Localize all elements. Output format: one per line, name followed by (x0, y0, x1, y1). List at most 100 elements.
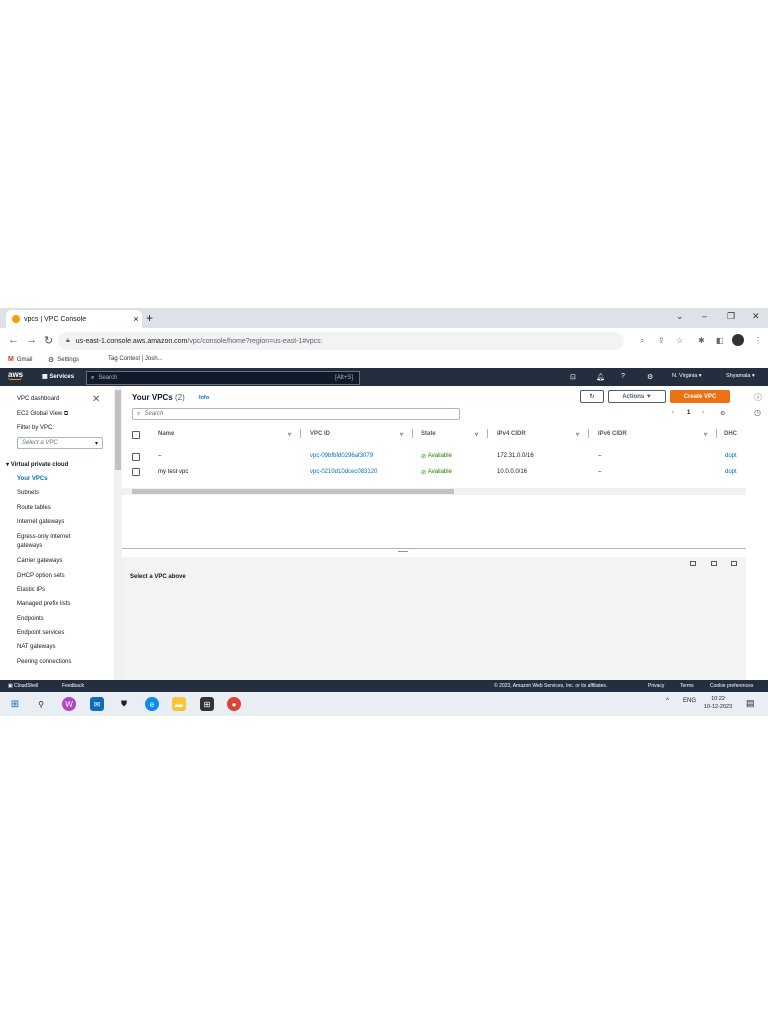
create-vpc-button[interactable]: Create VPC (670, 390, 730, 403)
services-menu[interactable]: ▦ Services (42, 373, 74, 380)
column-header-ipv4-cidr[interactable]: IPv4 CIDR (497, 428, 526, 440)
sidebar-item-ec2-global-view[interactable]: EC2 Global View ⧉ (17, 411, 68, 418)
sidebar-item-vpc-dashboard[interactable]: VPC dashboard (17, 396, 59, 402)
refresh-button[interactable]: ↻ (580, 390, 604, 403)
column-header-vpc-id[interactable]: VPC ID (310, 428, 330, 440)
maximize-icon[interactable]: ❐ (727, 311, 735, 322)
layout-bottom-icon[interactable] (690, 561, 696, 566)
shield-icon[interactable]: ⛊ (117, 697, 131, 711)
more-menu-icon[interactable]: ⋮ (754, 336, 762, 345)
column-header-state[interactable]: State (421, 428, 436, 440)
sidebar-item-route-tables[interactable]: Route tables (17, 505, 51, 511)
preferences-gear-icon[interactable]: ⚙ (720, 410, 725, 417)
sidebar-item-endpoint-services[interactable]: Endpoint services (17, 630, 64, 636)
sidebar-item-your-vpcs[interactable]: Your VPCs (17, 476, 48, 482)
new-tab-button[interactable]: + (146, 311, 153, 325)
share-icon[interactable]: ⇪ (658, 336, 665, 345)
privacy-link[interactable]: Privacy (648, 683, 664, 689)
column-header-ipv6-cidr[interactable]: IPv6 CIDR (598, 428, 627, 440)
sidebar-scrollbar[interactable] (114, 386, 122, 680)
windows-start-icon[interactable]: ⊞ (8, 697, 22, 711)
search-icon[interactable]: ⚲ (34, 697, 48, 711)
aws-search-input[interactable]: ⌕ Search [Alt+S] (86, 371, 360, 385)
sidebar-item-elastic-ips[interactable]: Elastic IPs (17, 587, 45, 593)
edge-browser-icon[interactable]: e (145, 697, 159, 711)
region-selector[interactable]: N. Virginia ▾ (672, 373, 702, 379)
close-window-icon[interactable]: ✕ (752, 311, 760, 322)
sort-icon[interactable]: ▿ (288, 428, 291, 440)
sidebar-item-dhcp-option-sets[interactable]: DHCP option sets (17, 573, 65, 579)
row-vpc-id-link[interactable]: vpc-0210d10dcec083120 (310, 465, 377, 479)
cookie-preferences-link[interactable]: Cookie preferences (710, 683, 753, 689)
layout-side-icon[interactable] (711, 561, 717, 566)
chrome-browser-icon[interactable]: ● (227, 697, 241, 711)
bookmark-gmail[interactable]: M Gmail (8, 356, 33, 363)
split-panel-handle[interactable] (122, 548, 746, 557)
info-circle-icon[interactable]: ⓘ (754, 392, 762, 403)
back-icon[interactable]: ← (8, 334, 19, 346)
account-menu[interactable]: Shyamala ▾ (726, 373, 755, 379)
reload-icon[interactable]: ↻ (44, 334, 53, 347)
tab-close-icon[interactable]: × (130, 314, 142, 324)
language-indicator[interactable]: ENG (683, 698, 696, 704)
extensions-icon[interactable]: ✱ (698, 336, 705, 345)
notifications-icon[interactable]: 🔔︎ (596, 373, 605, 381)
sort-icon[interactable]: ▿ (475, 428, 478, 440)
drag-grip-icon[interactable] (398, 551, 408, 552)
select-all-checkbox[interactable] (132, 431, 140, 439)
terms-link[interactable]: Terms (680, 683, 694, 689)
app-icon[interactable]: W (62, 697, 76, 711)
settings-icon[interactable]: ⚙ (647, 373, 653, 381)
bookmark-settings[interactable]: ⚙ Settings (48, 356, 79, 364)
browser-tab[interactable]: vpcs | VPC Console × (6, 310, 142, 328)
sidebar-item-egress-only-gateways[interactable]: gateways (17, 543, 42, 549)
row-checkbox[interactable] (132, 453, 140, 461)
sort-icon[interactable]: ▿ (576, 428, 579, 440)
help-icon[interactable]: ? (621, 373, 625, 380)
sidebar-item-nat-gateways[interactable]: NAT gateways (17, 644, 55, 650)
prev-page-icon[interactable]: ‹ (672, 410, 674, 416)
row-dhcp-link[interactable]: dopt (725, 449, 737, 463)
actions-button[interactable]: Actions ▼ (608, 390, 666, 403)
vpc-filter-select[interactable]: Select a VPC ▾ (17, 437, 103, 449)
column-header-dhcp[interactable]: DHC (724, 428, 737, 440)
sidebar-item-subnets[interactable]: Subnets (17, 490, 39, 496)
vpc-search-input[interactable]: ⌕ Search (132, 408, 460, 420)
sort-icon[interactable]: ▿ (400, 428, 403, 440)
page-number[interactable]: 1 (687, 410, 690, 416)
minimize-icon[interactable]: – (702, 311, 707, 321)
cloudshell-link[interactable]: ▣ CloudShell (8, 683, 38, 689)
row-vpc-id-link[interactable]: vpc-09bfbfd0296af3079 (310, 449, 373, 463)
sidebar-item-managed-prefix-lists[interactable]: Managed prefix lists (17, 601, 70, 607)
sidebar-item-endpoints[interactable]: Endpoints (17, 616, 44, 622)
file-explorer-icon[interactable]: ▬ (172, 697, 186, 711)
feedback-link[interactable]: Feedback (62, 683, 84, 689)
next-page-icon[interactable]: › (702, 410, 704, 416)
section-virtual-private-cloud[interactable]: ▾ Virtual private cloud (6, 461, 68, 468)
scrollbar-thumb[interactable] (115, 390, 121, 470)
close-icon[interactable]: ✕ (92, 394, 100, 405)
clock[interactable]: 10:22 10-12-2023 (704, 695, 732, 711)
aws-logo[interactable]: aws (8, 370, 23, 380)
bookmark-star-icon[interactable]: ☆ (676, 336, 683, 345)
address-bar[interactable]: 🔒︎ us-east-1.console.aws.amazon.com /vpc… (58, 332, 624, 350)
row-dhcp-link[interactable]: dopt (725, 465, 737, 479)
chevron-up-icon[interactable]: ^ (666, 698, 669, 704)
store-icon[interactable]: ⊞ (200, 697, 214, 711)
scrollbar-thumb[interactable] (132, 489, 454, 494)
column-header-name[interactable]: Name (158, 428, 174, 440)
notification-icon[interactable]: ▤ (746, 698, 755, 709)
sort-icon[interactable]: ▿ (704, 428, 707, 440)
cloudshell-icon[interactable]: ⊡ (570, 373, 576, 381)
profile-avatar[interactable] (732, 334, 744, 346)
zoom-icon[interactable]: ⌕ (640, 336, 644, 346)
layout-close-icon[interactable] (731, 561, 737, 566)
sidebar-item-internet-gateways[interactable]: Internet gateways (17, 519, 64, 525)
history-icon[interactable]: ◷ (754, 408, 761, 417)
mail-icon[interactable]: ✉ (90, 697, 104, 711)
sidebar-item-carrier-gateways[interactable]: Carrier gateways (17, 558, 62, 564)
sidepanel-icon[interactable]: ◧ (716, 336, 724, 345)
sidebar-item-egress-only-internet[interactable]: Egress-only internet (17, 534, 70, 540)
row-checkbox[interactable] (132, 468, 140, 476)
bookmark-tag-contest[interactable]: Tag Contest | Josh... (108, 356, 163, 362)
